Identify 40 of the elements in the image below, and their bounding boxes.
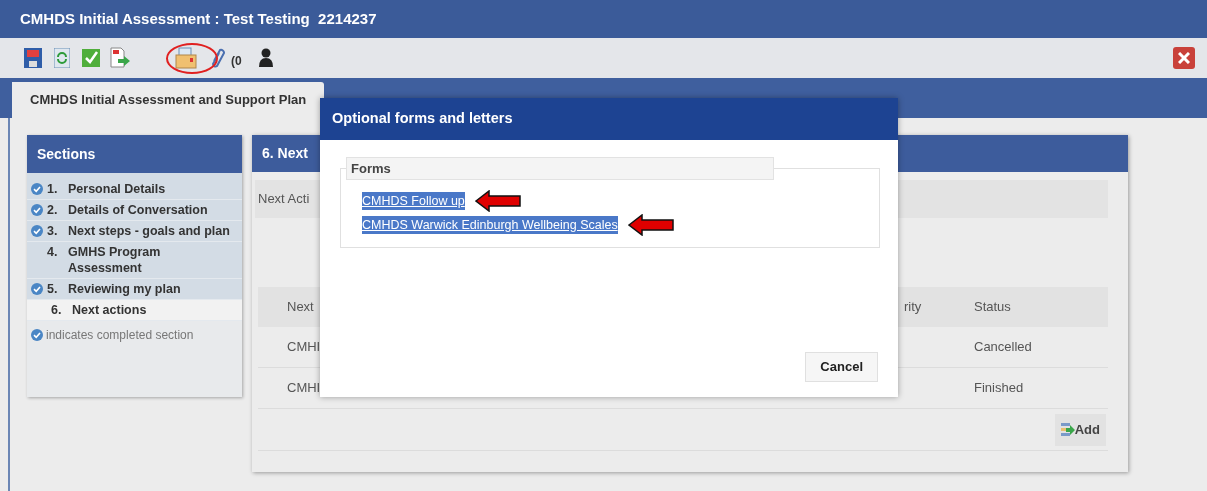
group-title: Forms — [351, 159, 391, 178]
checkmark-icon[interactable] — [80, 46, 102, 70]
check-circle-icon — [31, 204, 43, 216]
check-circle-icon — [31, 329, 43, 341]
form-link[interactable]: CMHDS Follow up — [362, 191, 465, 211]
table-cell-text: CMHI — [286, 379, 321, 398]
window-title: CMHDS Initial Assessment : Test Testing 2214237 — [20, 8, 377, 29]
legend-text: indicates completed section — [46, 327, 194, 344]
form-link[interactable]: CMHDS Warwick Edinburgh Wellbeing Scales — [362, 215, 618, 235]
check-circle-icon — [31, 225, 43, 237]
add-button[interactable]: Add — [1054, 413, 1106, 446]
dialog-title: Optional forms and letters — [332, 109, 513, 129]
arrow-icon — [474, 190, 521, 212]
attachment-count: (0 — [231, 53, 242, 70]
panel-title: 6. Next — [262, 144, 308, 163]
table-cell-text: CMHI — [286, 338, 321, 357]
section-item[interactable]: 3. Next steps - goals and plan — [27, 221, 242, 242]
highlight-circle — [166, 43, 218, 74]
arrow-icon — [627, 214, 674, 236]
close-icon — [1178, 52, 1190, 64]
column-header: Next — [286, 298, 314, 317]
export-document-icon[interactable] — [109, 46, 131, 70]
cancel-button[interactable]: Cancel — [805, 352, 878, 382]
section-item[interactable]: 1. Personal Details — [27, 179, 242, 200]
column-header: Status — [974, 298, 1012, 317]
refresh-icon[interactable] — [51, 46, 73, 70]
table-cell-text: Finished — [974, 379, 1025, 398]
check-circle-icon — [31, 283, 43, 295]
sections-title: Sections — [37, 144, 96, 164]
add-list-icon — [1060, 421, 1075, 438]
check-circle-icon — [31, 183, 43, 195]
column-header: rity — [904, 298, 923, 317]
close-button[interactable] — [1173, 47, 1195, 69]
save-icon[interactable] — [22, 46, 44, 70]
tab[interactable]: CMHDS Initial Assessment and Support Plan — [12, 82, 325, 118]
table-cell-text: Cancelled — [974, 338, 1033, 357]
section-item[interactable]: 6. Next actions — [27, 300, 242, 321]
section-item[interactable]: 2. Details of Conversation — [27, 200, 242, 221]
section-item[interactable]: 4. GMHS Program Assessment — [27, 242, 242, 279]
field-label: Next Acti — [258, 190, 310, 209]
